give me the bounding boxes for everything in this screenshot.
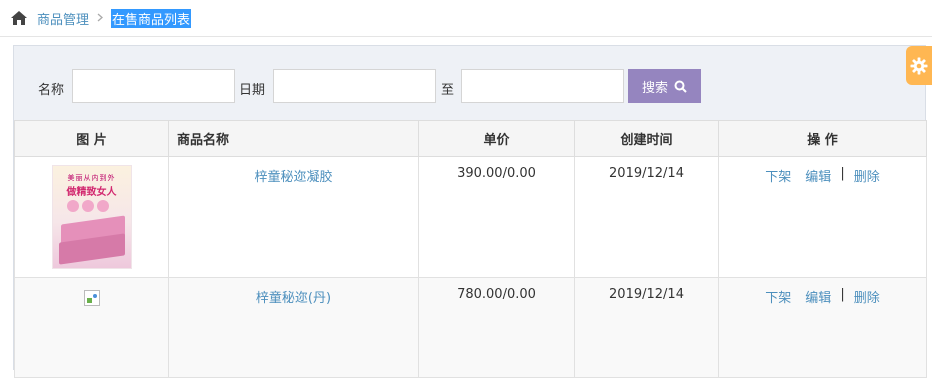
table-row: 梓童秘迩(丹) 780.00/0.00 2019/12/14 下架 编辑 | 删… (14, 277, 927, 378)
delist-button[interactable]: 下架 (765, 287, 791, 306)
delete-button[interactable]: 删除 (854, 287, 880, 306)
action-divider: | (840, 166, 845, 181)
thumbnail-tagline: 美丽从内到外 (67, 174, 116, 182)
home-icon[interactable] (10, 10, 28, 26)
search-button[interactable]: 搜索 (628, 69, 701, 103)
cell-created: 2019/12/14 (574, 156, 719, 278)
cell-created: 2019/12/14 (574, 277, 719, 378)
name-input[interactable] (72, 69, 235, 103)
search-icon (674, 80, 687, 93)
product-thumbnail[interactable]: 美丽从内到外 做精致女人 (51, 165, 132, 269)
column-header-price: 单价 (418, 120, 575, 157)
column-header-image: 图 片 (14, 120, 169, 157)
search-button-label: 搜索 (641, 79, 668, 95)
thumbnail-headline: 做精致女人 (66, 187, 117, 198)
cell-image (14, 277, 169, 378)
edit-button[interactable]: 编辑 (805, 166, 831, 185)
product-list-panel: 名称 日期 至 搜索 图 片 商品名称 单价 创建时间 操 作 美丽从内到外 做… (13, 45, 927, 378)
action-divider: | (840, 287, 845, 302)
edit-button[interactable]: 编辑 (805, 287, 831, 306)
table-header-row: 图 片 商品名称 单价 创建时间 操 作 (14, 120, 927, 157)
delete-button[interactable]: 删除 (854, 166, 880, 185)
search-bar: 名称 日期 至 搜索 (14, 46, 925, 120)
column-header-name: 商品名称 (168, 120, 419, 157)
product-name-link[interactable]: 梓童秘迩(丹) (256, 291, 331, 306)
table-row: 美丽从内到外 做精致女人 梓童秘迩凝胶 390.00/0.00 2019/12/… (14, 156, 927, 278)
broken-image-icon[interactable] (83, 290, 100, 306)
breadcrumb-link-product-management[interactable]: 商品管理 (37, 9, 89, 28)
column-header-actions: 操 作 (718, 120, 927, 157)
gear-icon (910, 57, 928, 74)
settings-tab[interactable] (906, 46, 932, 85)
chevron-right-icon (97, 13, 104, 22)
breadcrumb-current: 在售商品列表 (111, 8, 192, 28)
date-to-label: 至 (441, 83, 455, 98)
column-header-created: 创建时间 (574, 120, 719, 157)
date-to-input[interactable] (461, 69, 624, 103)
cell-image: 美丽从内到外 做精致女人 (14, 156, 169, 278)
date-from-input[interactable] (273, 69, 436, 103)
cell-price: 780.00/0.00 (418, 277, 575, 378)
date-label: 日期 (239, 83, 266, 98)
cell-price: 390.00/0.00 (418, 156, 575, 278)
cell-name: 梓童秘迩(丹) (168, 277, 419, 378)
cell-actions: 下架 编辑 | 删除 (718, 156, 927, 278)
cell-actions: 下架 编辑 | 删除 (718, 277, 927, 378)
name-label: 名称 (38, 83, 65, 98)
breadcrumb: 商品管理 在售商品列表 (0, 0, 932, 37)
thumbnail-decoration (66, 200, 112, 216)
delist-button[interactable]: 下架 (765, 166, 791, 185)
product-name-link[interactable]: 梓童秘迩凝胶 (254, 170, 332, 185)
breadcrumb-separator (97, 11, 104, 25)
cell-name: 梓童秘迩凝胶 (168, 156, 419, 278)
product-table: 图 片 商品名称 单价 创建时间 操 作 美丽从内到外 做精致女人 梓童秘迩凝胶… (14, 120, 927, 378)
